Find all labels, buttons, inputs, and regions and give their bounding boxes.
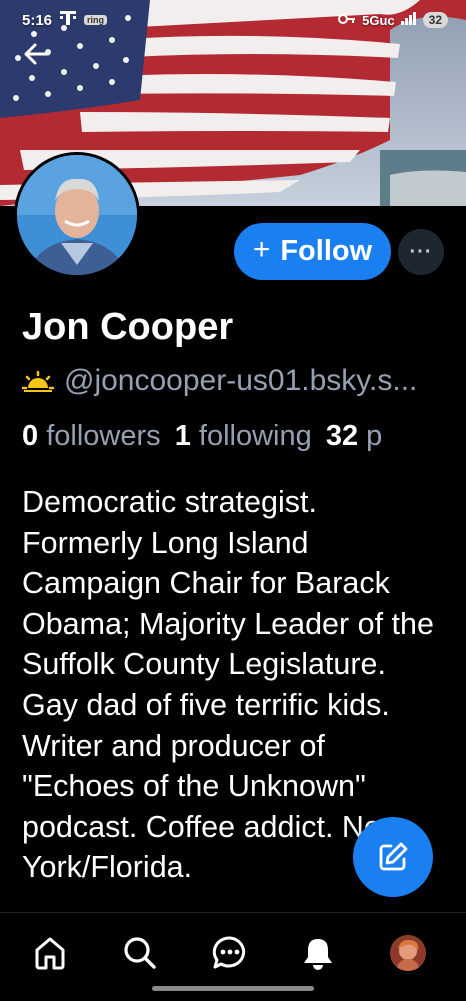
avatar-photo	[17, 155, 137, 275]
profile-name: Jon Cooper	[22, 306, 234, 348]
profile-stats: 0 followers 1 following 32 p	[22, 420, 382, 453]
back-button[interactable]	[20, 38, 52, 70]
profile-avatar[interactable]	[14, 152, 140, 278]
following-label: following	[198, 420, 312, 452]
followers-count: 0	[22, 420, 39, 452]
compose-button[interactable]	[353, 817, 433, 897]
search-icon	[124, 937, 156, 969]
status-bar: 5:16 ring 5Guc 32	[0, 0, 466, 40]
arrow-left-icon	[24, 43, 50, 65]
handle-row: @joncooper-us01.bsky.s...	[22, 364, 417, 398]
profile-avatar-icon	[390, 935, 426, 971]
nav-notifications[interactable]	[296, 931, 340, 975]
posts-label: p	[366, 420, 383, 452]
nav-chat[interactable]	[208, 931, 252, 975]
nav-profile[interactable]	[386, 931, 430, 975]
home-icon	[35, 937, 65, 970]
followers-link[interactable]: 0 followers	[22, 420, 161, 452]
more-options-button[interactable]: ···	[398, 229, 444, 275]
chat-icon	[212, 936, 246, 969]
app-badge: ring	[84, 15, 108, 25]
nav-home[interactable]	[28, 931, 72, 975]
following-count: 1	[174, 420, 191, 452]
posts-count: 32	[325, 420, 359, 452]
plus-icon: +	[252, 233, 271, 266]
battery-indicator: 32	[422, 12, 448, 28]
home-indicator[interactable]	[152, 986, 314, 991]
following-link[interactable]: 1 following	[175, 420, 312, 452]
vpn-key-icon	[338, 12, 356, 29]
posts-stat: 32 p	[326, 420, 382, 452]
signal-icon	[400, 11, 417, 29]
followers-label: followers	[46, 420, 161, 452]
carrier-icon	[58, 10, 78, 30]
follow-button[interactable]: + Follow	[234, 223, 391, 280]
nav-search[interactable]	[118, 931, 162, 975]
bell-icon	[304, 939, 332, 970]
profile-handle[interactable]: @joncooper-us01.bsky.s...	[64, 364, 417, 398]
ellipsis-icon: ···	[409, 240, 433, 263]
sun-icon	[22, 370, 54, 392]
follow-label: Follow	[280, 235, 373, 267]
network-label: 5Guc	[362, 12, 395, 28]
compose-icon	[379, 842, 408, 871]
status-time: 5:16	[22, 11, 53, 29]
